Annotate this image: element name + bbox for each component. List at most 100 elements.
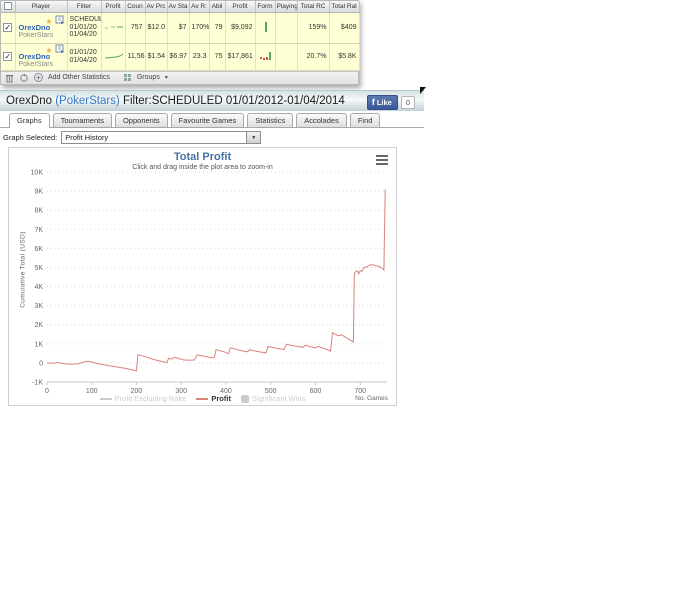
legend-item-profit-excluding-rake[interactable]: Profit Excluding Rake — [99, 394, 187, 403]
av-prc-cell: $12.0 — [145, 12, 168, 44]
col-form[interactable]: Form — [255, 1, 276, 13]
total-ral-cell: $409 — [329, 12, 360, 44]
col-av-r[interactable]: Av R: — [189, 1, 210, 13]
col-av-sta[interactable]: Av Sta — [167, 1, 190, 13]
tab-tournaments[interactable]: Tournaments — [52, 113, 112, 127]
graph-selector-row: Graph Selected: Profit History ▼ — [0, 128, 424, 146]
col-count[interactable]: Coun — [125, 1, 146, 13]
y-tick-labels: 10K9K8K7K6K5K4K3K2K1K0-1K — [31, 170, 44, 387]
chevron-down-icon[interactable]: ▼ — [246, 132, 261, 143]
col-total-ral[interactable]: Total Ral — [329, 1, 360, 13]
graph-select-value: Profit History — [65, 133, 109, 142]
tab-accolades[interactable]: Accolades — [296, 113, 347, 127]
facebook-like-button[interactable]: f Like — [366, 95, 398, 110]
svg-text:0: 0 — [39, 360, 43, 367]
row1-checkbox[interactable]: ✓ — [3, 23, 13, 32]
report-table-widget: Player Filter Profit Coun Av Prc Av Sta … — [0, 0, 360, 85]
chart-legend: Profit Excluding Rake Profit Significant W… — [9, 394, 396, 403]
profit-line-chart[interactable]: 10K9K8K7K6K5K4K3K2K1K0-1K0 100 200 300 400 50… — [9, 148, 396, 405]
legend-item-profit[interactable]: Profit — [196, 394, 231, 403]
col-player[interactable]: Player — [15, 1, 68, 13]
svg-text:2K: 2K — [34, 322, 43, 329]
title-site: (PokerStars) — [55, 95, 120, 107]
add-icon[interactable] — [34, 73, 43, 82]
profit-sparkline-cell — [101, 12, 126, 44]
col-filter[interactable]: Filter — [67, 1, 102, 13]
select-all-header[interactable] — [1, 1, 16, 13]
facebook-icon: f — [371, 97, 375, 107]
form-cell — [255, 43, 276, 71]
av-r-cell: 170% — [189, 12, 210, 44]
playing-cell — [275, 12, 298, 44]
svg-text:9K: 9K — [34, 189, 43, 196]
svg-text:5K: 5K — [34, 265, 43, 272]
report-doc-icon[interactable] — [55, 15, 65, 24]
table-row[interactable]: ✓ ★ OrexDno PokerStars 01/01/20 01/04/20… — [1, 43, 360, 71]
tab-opponents[interactable]: Opponents — [114, 113, 168, 127]
av-r-cell: 23.3 — [189, 43, 210, 71]
svg-text:-1K: -1K — [32, 380, 43, 387]
abil-cell: 75 — [209, 43, 226, 71]
x-axis-unit-label: No. Games — [355, 395, 388, 402]
filter-cell: SCHEDULI 01/01/20 01/04/20 — [67, 12, 102, 44]
legend-item-significant-wins[interactable]: Significant Wins — [240, 394, 306, 403]
total-rc-cell: 159% — [297, 12, 330, 44]
facebook-like-widget: f Like 0 — [366, 95, 415, 110]
tab-bar: Graphs Tournaments Opponents Favourite G… — [0, 113, 424, 128]
profit-sparkline — [104, 26, 123, 29]
trash-icon[interactable] — [5, 73, 14, 83]
graph-select-dropdown[interactable]: Profit History ▼ — [61, 131, 262, 144]
count-cell: 757 — [125, 12, 146, 44]
filter-cell: 01/01/20 01/04/20 — [67, 43, 102, 71]
player-name[interactable]: OrexDno — [19, 53, 65, 61]
profit-line-series[interactable] — [46, 189, 386, 372]
svg-text:7K: 7K — [34, 227, 43, 234]
add-other-statistics-button[interactable]: Add Other Statistics — [48, 74, 110, 81]
tab-favourite-games[interactable]: Favourite Games — [170, 113, 245, 127]
player-name[interactable]: OrexDno — [19, 24, 65, 32]
tab-graphs[interactable]: Graphs — [9, 113, 50, 128]
select-all-checkbox[interactable] — [3, 2, 12, 11]
window-title: OrexDno (PokerStars) Filter:SCHEDULED 01… — [6, 95, 345, 107]
legend-label: Profit Excluding Rake — [114, 394, 187, 403]
profit-cell: $9,092 — [225, 12, 256, 44]
profit-chart-panel[interactable]: Total Profit Click and drag inside the p… — [8, 147, 397, 406]
results-window: OrexDno (PokerStars) Filter:SCHEDULED 01… — [0, 90, 424, 406]
form-cell — [255, 12, 276, 44]
total-rc-cell: 20.7% — [297, 43, 330, 71]
profit-sparkline-cell — [101, 43, 126, 71]
chart-menu-icon[interactable] — [376, 155, 388, 167]
groups-button[interactable]: Groups — [137, 74, 160, 81]
col-total-rc[interactable]: Total RC — [297, 1, 330, 13]
tab-statistics[interactable]: Statistics — [247, 113, 294, 127]
abil-cell: 79 — [209, 12, 226, 44]
legend-label: Significant Wins — [251, 394, 306, 403]
y-gridlines — [47, 171, 387, 383]
col-profit[interactable]: Profit — [225, 1, 256, 13]
tab-find[interactable]: Find — [349, 113, 381, 127]
svg-text:6K: 6K — [34, 246, 43, 253]
refresh-icon[interactable] — [19, 73, 29, 83]
report-table: Player Filter Profit Coun Av Prc Av Sta … — [1, 1, 360, 71]
svg-text:1K: 1K — [34, 341, 43, 348]
legend-line-icon — [196, 397, 209, 400]
svg-text:3K: 3K — [34, 303, 43, 310]
report-doc-icon[interactable] — [55, 44, 65, 53]
col-profit-spark[interactable]: Profit — [101, 1, 126, 13]
legend-label: Profit — [211, 394, 231, 403]
profit-sparkline — [104, 53, 123, 59]
svg-text:8K: 8K — [34, 208, 43, 215]
av-prc-cell: $1.54 — [145, 43, 168, 71]
row2-checkbox[interactable]: ✓ — [3, 52, 13, 61]
col-av-prc[interactable]: Av Prc — [145, 1, 168, 13]
col-abil[interactable]: Abil — [209, 1, 226, 13]
player-site: PokerStars — [18, 61, 54, 68]
av-sta-cell: $6.97 — [167, 43, 190, 71]
chart-subtitle: Click and drag inside the plot area to z… — [132, 164, 273, 171]
legend-box-icon — [240, 394, 249, 403]
table-row[interactable]: ✓ ★ OrexDno PokerStars SCHEDULI 01/01/20… — [1, 12, 360, 44]
total-ral-cell: $5.8K — [329, 43, 360, 71]
count-cell: 11,56 — [125, 43, 146, 71]
chart-title: Total Profit — [173, 151, 232, 163]
col-playing[interactable]: Playing — [275, 1, 298, 13]
